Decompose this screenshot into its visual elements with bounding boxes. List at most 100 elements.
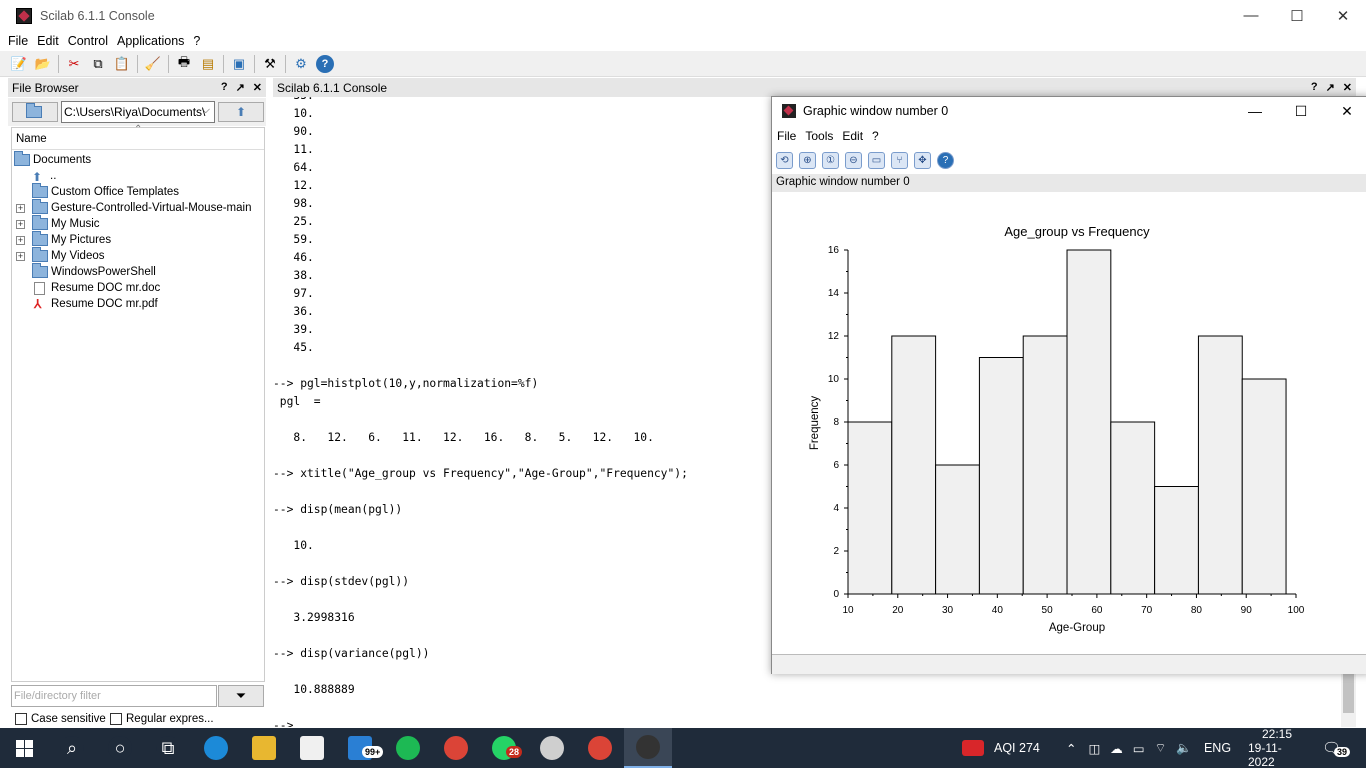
datatip-icon[interactable]: ▭ (868, 151, 885, 169)
panel-close-button[interactable]: ✕ (253, 81, 262, 94)
taskbar-app[interactable] (240, 728, 288, 768)
gw-menu-help[interactable]: ? (872, 129, 879, 143)
start-button[interactable] (0, 728, 48, 768)
taskbar-app[interactable]: ⧉ (144, 728, 192, 768)
taskbar-app[interactable] (288, 728, 336, 768)
volume-icon[interactable]: 🔈 (1176, 741, 1192, 756)
tree-item[interactable]: My Videos (32, 247, 104, 264)
menu-file[interactable]: File (8, 34, 28, 48)
language-indicator[interactable]: ENG (1204, 741, 1231, 755)
taskbar-app[interactable]: ○ (96, 728, 144, 768)
y-tick-label: 6 (833, 460, 839, 471)
taskbar-app[interactable] (576, 728, 624, 768)
choose-folder-button[interactable] (12, 102, 58, 122)
gw-close-button[interactable]: ✕ (1324, 97, 1366, 125)
tree-item[interactable]: Custom Office Templates (32, 183, 180, 200)
gw-minimize-button[interactable]: — (1232, 97, 1278, 125)
scrollbar-thumb[interactable] (1343, 673, 1354, 713)
taskbar-app[interactable] (624, 728, 672, 768)
new-script-icon[interactable]: 📝 (10, 55, 28, 73)
clear-console-icon[interactable]: 🧹 (144, 55, 162, 73)
case-sensitive-checkbox[interactable]: Case sensitive (15, 713, 106, 725)
menu-control[interactable]: Control (68, 34, 108, 48)
menu-applications[interactable]: Applications (117, 34, 184, 48)
close-button[interactable]: ✕ (1320, 0, 1366, 31)
gw-menu-edit[interactable]: Edit (842, 129, 863, 143)
gw-menu-file[interactable]: File (777, 129, 796, 143)
gw-help-icon[interactable]: ? (937, 151, 954, 169)
menu-help[interactable]: ? (193, 34, 200, 48)
tree-item[interactable]: ⬆.. (32, 168, 56, 184)
expand-toggle-icon[interactable]: + (16, 252, 25, 261)
clock[interactable]: 22:15 19-11-2022 (1248, 727, 1306, 769)
panel-help-button[interactable]: ? (221, 81, 228, 94)
cut-icon[interactable]: ✂ (65, 55, 83, 73)
expand-toggle-icon[interactable]: + (16, 220, 25, 229)
tree-item[interactable]: My Music (32, 215, 100, 232)
zoom-out-icon[interactable]: ⊖ (845, 151, 862, 169)
help-icon[interactable]: ? (316, 54, 334, 73)
tree-root-documents[interactable]: Documents (14, 151, 91, 168)
tree-item[interactable]: Gesture-Controlled-Virtual-Mouse-main (32, 199, 251, 216)
minimize-button[interactable]: — (1228, 0, 1274, 31)
rotate-icon[interactable]: ⟲ (776, 151, 793, 169)
tree-item[interactable]: Resume DOC mr.doc (32, 280, 160, 296)
expand-toggle-icon[interactable]: + (16, 236, 25, 245)
module-manager-icon[interactable]: ⚒ (261, 55, 279, 73)
column-header-name[interactable]: ⌃ Name (12, 124, 264, 150)
taskbar-app[interactable]: ⌕ (48, 728, 96, 768)
regex-checkbox[interactable]: Regular expres... (110, 713, 214, 725)
notification-count: 39 (1334, 747, 1351, 757)
taskbar-app[interactable] (192, 728, 240, 768)
tree-item[interactable]: WindowsPowerShell (32, 263, 156, 280)
onedrive-icon[interactable]: ☁ (1110, 741, 1123, 756)
console-close-button[interactable]: ✕ (1343, 81, 1352, 94)
zoom-icon[interactable]: ⊕ (799, 151, 816, 169)
open-icon[interactable]: 📂 (34, 55, 52, 73)
filter-button[interactable]: ⏷ (218, 685, 264, 707)
show-hidden-icons-icon[interactable]: ⌃ (1066, 741, 1076, 756)
x-tick-label: 10 (842, 605, 854, 616)
taskbar-app[interactable]: 28 (480, 728, 528, 768)
meet-now-icon[interactable]: ◫ (1088, 741, 1100, 756)
wifi-icon[interactable]: ⌔ (1155, 740, 1167, 756)
taskbar-app[interactable]: 99+ (336, 728, 384, 768)
xcos-icon[interactable]: ▣ (230, 55, 248, 73)
battery-icon[interactable]: ▭ (1133, 741, 1145, 756)
gw-maximize-button[interactable]: ☐ (1278, 97, 1324, 125)
file-filter-input[interactable]: File/directory filter (11, 685, 217, 707)
chevron-down-icon[interactable]: ⌵ (202, 104, 210, 117)
maximize-button[interactable]: ☐ (1274, 0, 1320, 31)
tree-item[interactable]: ⅄ Resume DOC mr.pdf (32, 296, 158, 312)
parent-directory-button[interactable]: ⬆ (218, 102, 264, 122)
gw-menu-tools[interactable]: Tools (805, 129, 833, 143)
histogram-chart[interactable]: Age_group vs Frequency10 20 30 40 50 60 70 80 90… (772, 193, 1366, 653)
paste-icon[interactable]: 📋 (113, 55, 131, 73)
expand-toggle-icon[interactable]: + (16, 204, 25, 213)
variable-browser-icon[interactable]: ▤ (199, 55, 217, 73)
clock-time: 22:15 (1261, 727, 1293, 741)
console-undock-button[interactable]: ↗ (1326, 81, 1335, 94)
console-line: 98. (273, 197, 314, 210)
atoms-icon[interactable]: ⚙ (292, 55, 310, 73)
taskbar-app[interactable] (384, 728, 432, 768)
aqi-widget[interactable]: AQI 274 (962, 728, 1040, 768)
checkbox-box[interactable] (110, 713, 122, 725)
menu-edit[interactable]: Edit (37, 34, 59, 48)
zoom-original-icon[interactable]: ① (822, 151, 839, 169)
pan-icon[interactable]: ✥ (914, 151, 931, 169)
notification-center-button[interactable]: 🗨 39 (1322, 728, 1351, 768)
console-help-button[interactable]: ? (1311, 81, 1318, 94)
print-icon[interactable]: 🖶 (175, 54, 193, 73)
histogram-bar (847, 421, 893, 595)
tree-item-label: Custom Office Templates (51, 186, 180, 198)
tree-item[interactable]: My Pictures (32, 231, 111, 248)
panel-undock-button[interactable]: ↗ (236, 81, 245, 94)
taskbar-app[interactable] (528, 728, 576, 768)
select-icon[interactable]: ⑂ (891, 151, 908, 169)
copy-icon[interactable]: ⧉ (89, 55, 107, 73)
tree-item-label: .. (50, 170, 57, 182)
checkbox-box[interactable] (15, 713, 27, 725)
taskbar-app[interactable] (432, 728, 480, 768)
path-combobox[interactable]: C:\Users\Riya\Documents\ ⌵ (61, 101, 215, 123)
